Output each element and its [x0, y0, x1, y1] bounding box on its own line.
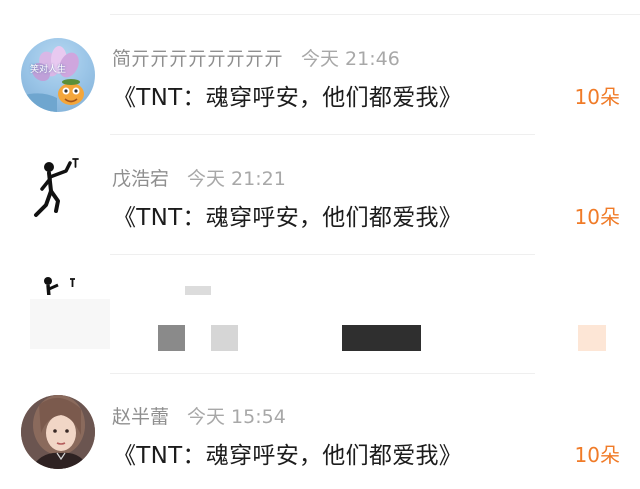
flower-count: 10朵 — [574, 205, 620, 229]
flower-count: 10朵 — [574, 85, 620, 109]
username[interactable]: 戊浩宕 — [112, 168, 169, 190]
mosaic-block — [158, 325, 185, 351]
comment-header: 赵半蕾 今天 15:54 — [112, 402, 286, 429]
comment-row-2[interactable]: 戊浩宕 今天 21:21 《TNT：魂穿呼安，他们都爱我》 10朵 — [0, 135, 640, 255]
comment-row-1[interactable]: 笑对人生 简亓亓亓亓亓亓亓亓 今天 21:46 《TNT：魂穿呼安，他们都爱我》 … — [0, 0, 640, 135]
mosaic-block — [30, 299, 110, 349]
avatar[interactable] — [21, 395, 95, 469]
mosaic-block — [342, 325, 421, 351]
comment-header: 简亓亓亓亓亓亓亓亓 今天 21:46 — [112, 44, 400, 71]
username[interactable]: 赵半蕾 — [112, 406, 169, 428]
flower-count: 10朵 — [574, 443, 620, 467]
timestamp: 今天 21:21 — [187, 168, 286, 190]
mosaic-block — [578, 325, 606, 351]
mosaic-block — [211, 325, 238, 351]
book-title[interactable]: 《TNT：魂穿呼安，他们都爱我》 — [113, 436, 462, 470]
avatar-image — [21, 395, 95, 469]
timestamp: 今天 15:54 — [187, 406, 286, 428]
avatar-caption: 笑对人生 — [30, 65, 67, 75]
redacted-region — [0, 255, 640, 375]
timestamp: 今天 21:46 — [301, 48, 400, 70]
avatar-image — [34, 158, 79, 217]
avatar-image — [21, 46, 84, 112]
comment-header: 戊浩宕 今天 21:21 — [112, 164, 286, 191]
username[interactable]: 简亓亓亓亓亓亓亓亓 — [112, 48, 283, 70]
avatar[interactable]: 笑对人生 — [21, 38, 95, 112]
comment-row-3[interactable]: 赵半蕾 今天 15:54 《TNT：魂穿呼安，他们都爱我》 10朵 — [0, 374, 640, 489]
book-title[interactable]: 《TNT：魂穿呼安，他们都爱我》 — [113, 198, 462, 232]
book-title[interactable]: 《TNT：魂穿呼安，他们都爱我》 — [113, 78, 462, 112]
avatar[interactable] — [20, 155, 94, 229]
